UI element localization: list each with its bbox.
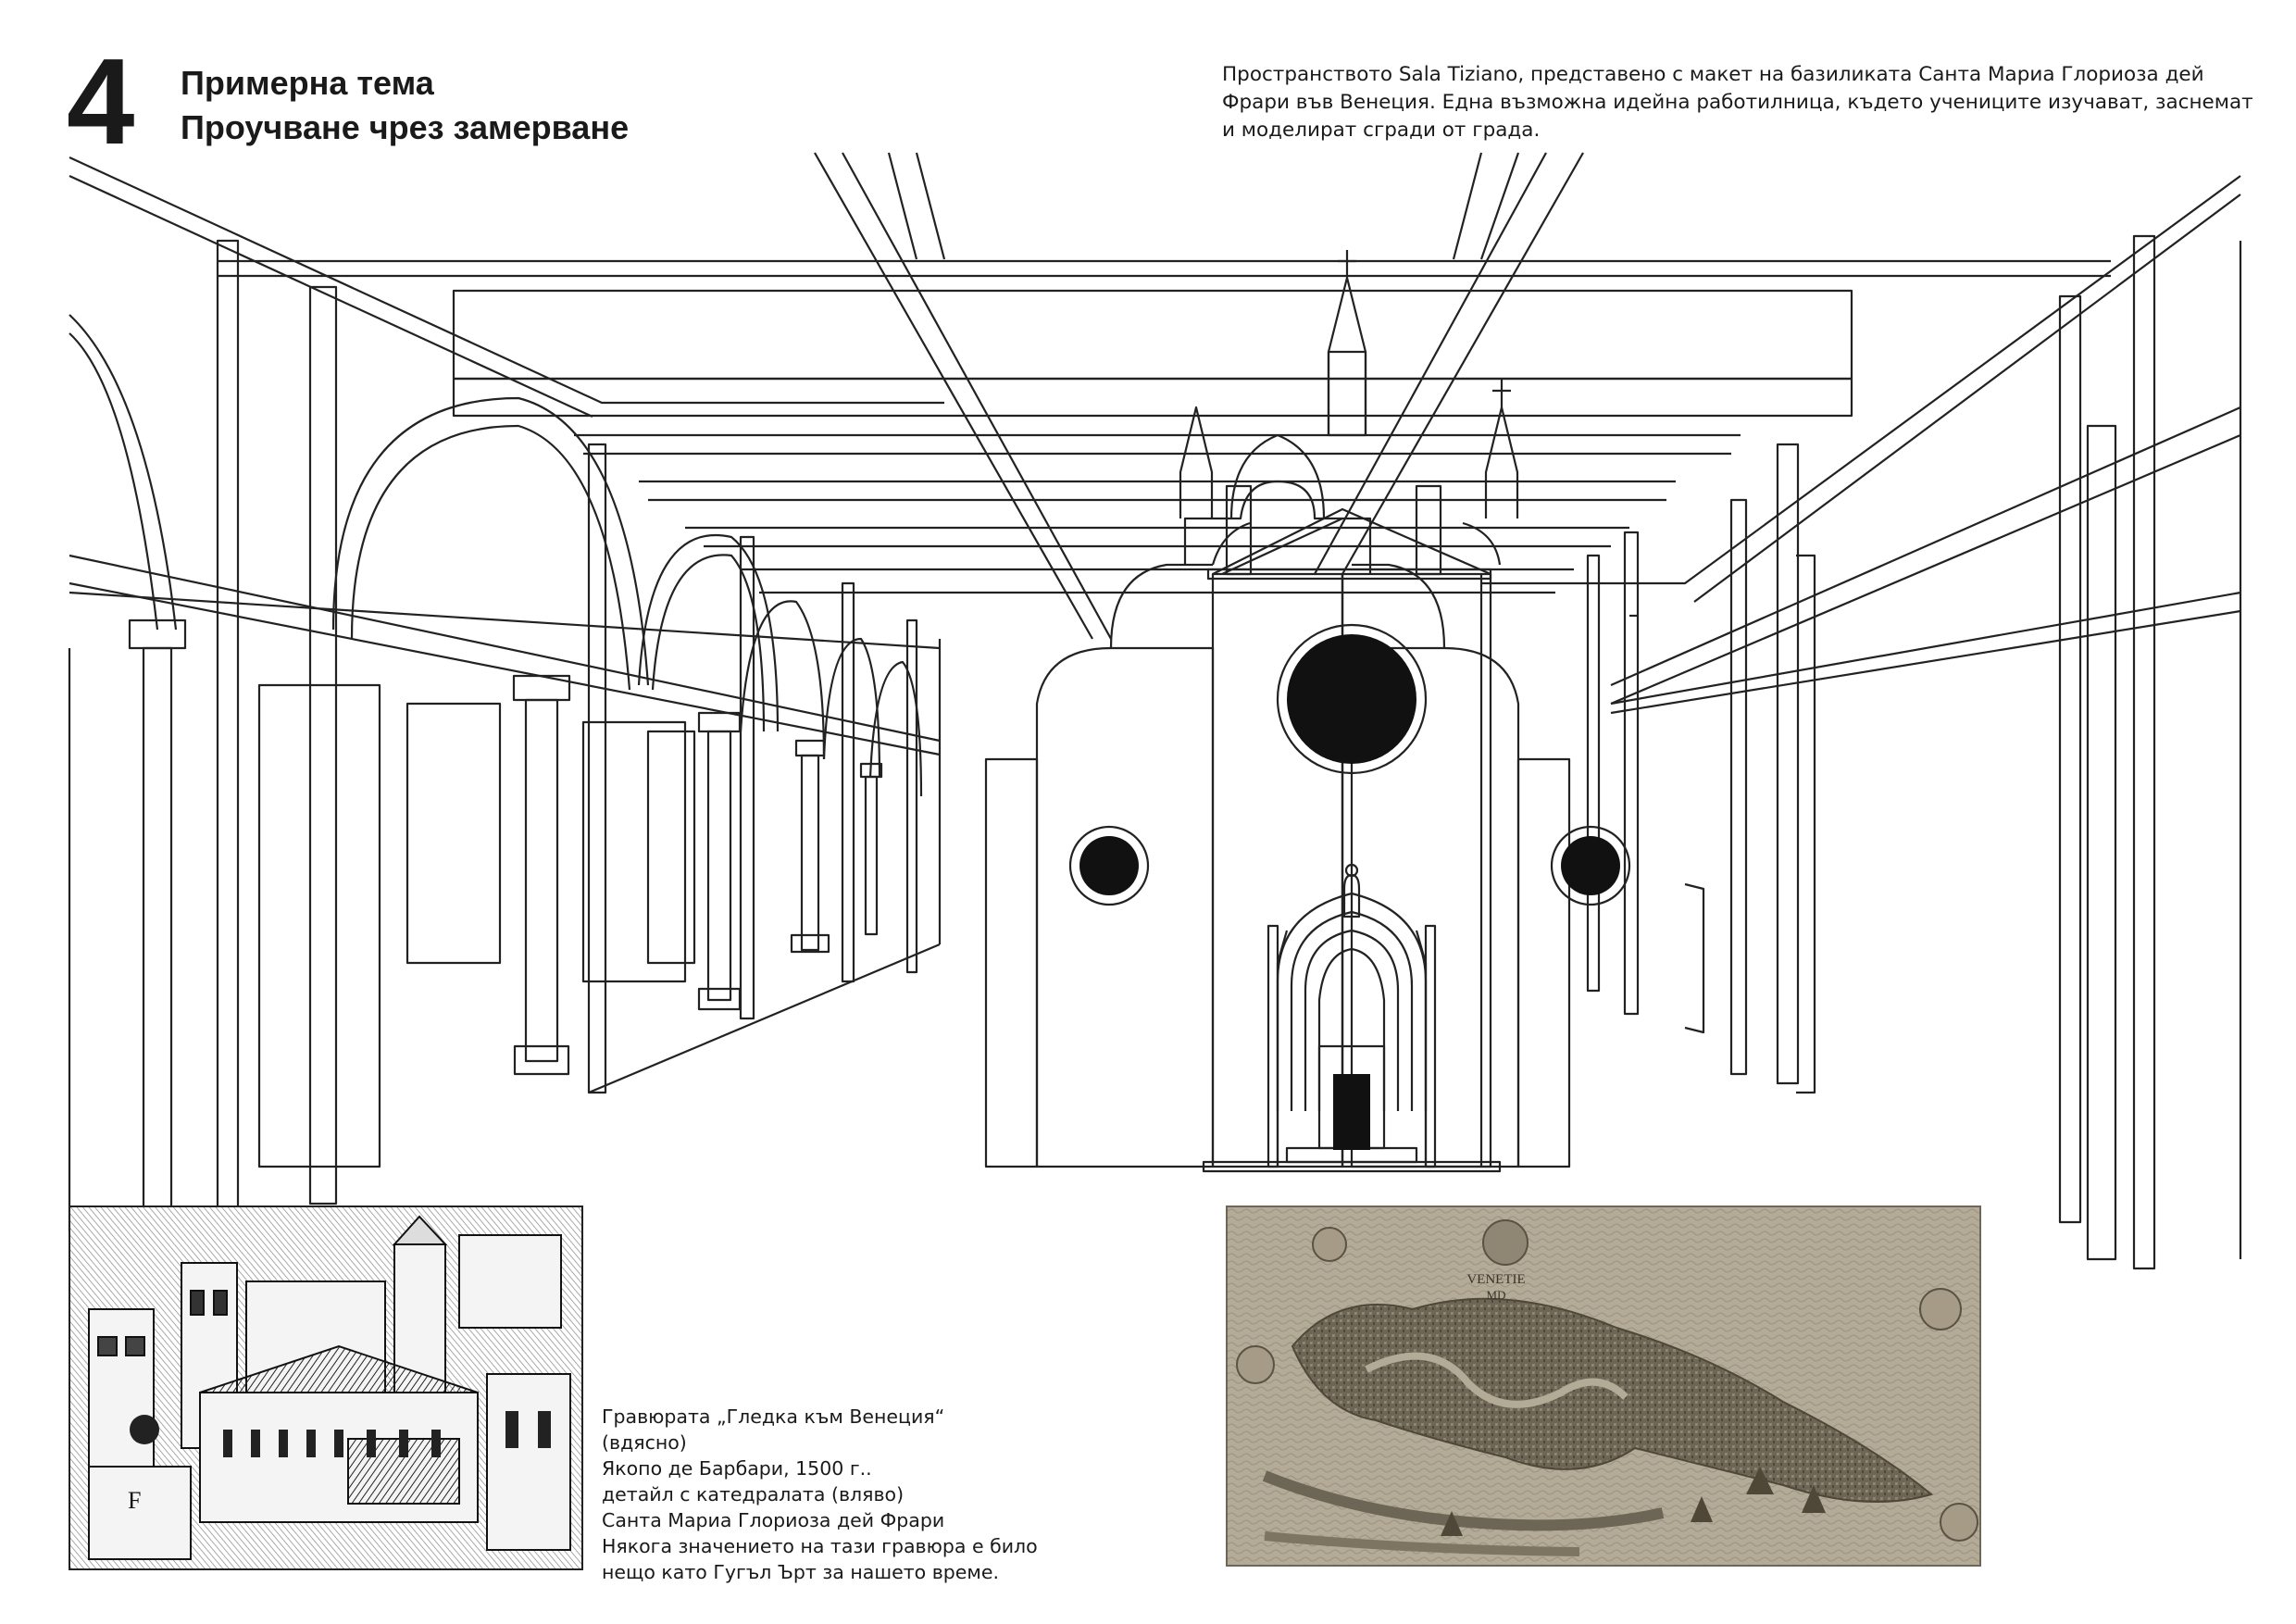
caption-line-5: Санта Мариа Глориоза дей Фрари: [602, 1509, 945, 1531]
left-wall-arcade: [68, 239, 942, 1233]
engraving-label: F: [128, 1487, 141, 1514]
map-label-line-1: VENETIE: [1466, 1272, 1525, 1287]
caption-line-2: (вдясно): [602, 1431, 687, 1454]
caption-line-1: Гравюрата „Гледка към Венеция“: [602, 1405, 945, 1428]
engraving-detail-drawing: F: [70, 1207, 581, 1568]
venice-map-drawing: VENETIE MD: [1228, 1207, 1979, 1565]
caption-line-4: детайл с катедралата (вляво): [602, 1483, 905, 1505]
basilica-dark-openings: [1079, 634, 1620, 1150]
ceiling-beams: [69, 152, 2241, 640]
map-label-line-2: MD: [1487, 1288, 1506, 1302]
image-caption: Гравюрата „Гледка към Венеция“ (вдясно) …: [602, 1404, 1120, 1585]
right-wall: [1586, 234, 2242, 1270]
caption-line-6: Някога значението на тази гравюра е било: [602, 1535, 1038, 1557]
engraving-detail-image: F: [69, 1206, 583, 1570]
caption-line-7: нещо като Гугъл Ърт за нашето време.: [602, 1561, 999, 1583]
venice-map-image: VENETIE MD: [1226, 1206, 1981, 1567]
caption-line-3: Якопо де Барбари, 1500 г..: [602, 1457, 872, 1480]
